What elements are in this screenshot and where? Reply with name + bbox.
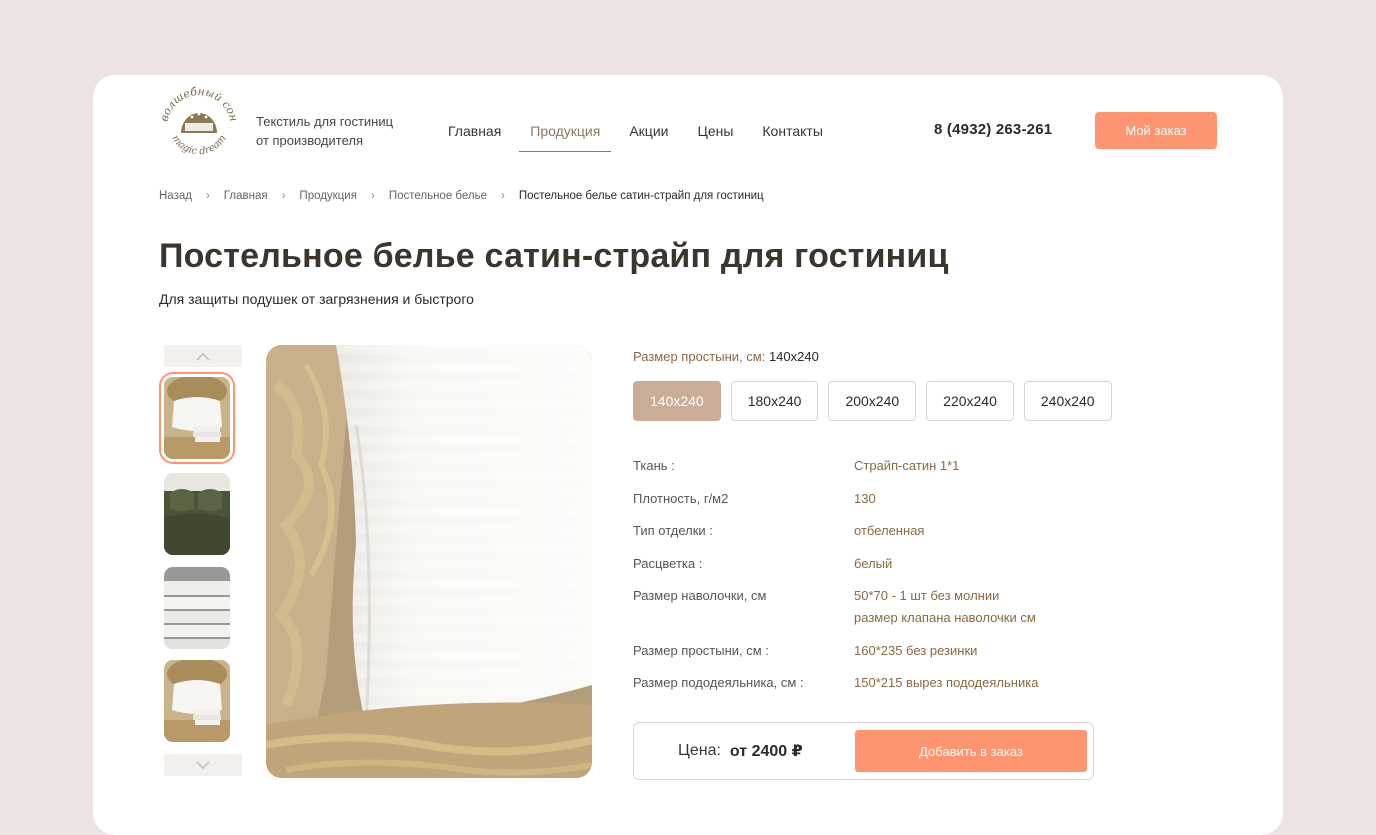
- nav-item-prices[interactable]: Цены: [686, 109, 744, 152]
- thumbnail-green-bedding[interactable]: [164, 473, 230, 555]
- phone-number[interactable]: 8 (4932) 263-261: [934, 121, 1052, 138]
- spec-key: Размер наволочки, см: [633, 588, 767, 603]
- green-bedding-image: [164, 473, 230, 555]
- page-card: волшебный сон magic dream Текстиль для г…: [93, 75, 1283, 835]
- nav-item-products[interactable]: Продукция: [519, 109, 612, 152]
- chevron-down-icon: [196, 760, 210, 769]
- spec-row-duvet-size: Размер пододеяльника, см : 150*215 вырез…: [633, 672, 1093, 694]
- spec-value: 50*70 - 1 шт без молнии размер клапана н…: [854, 585, 1036, 629]
- thumbnail-stacked-white-linen[interactable]: [164, 567, 230, 649]
- main-product-photo[interactable]: [266, 345, 592, 778]
- page-title: Постельное белье сатин-страйп для гостин…: [159, 237, 949, 275]
- spec-row-fabric: Ткань : Страйп-сатин 1*1: [633, 455, 1093, 477]
- size-label-text: Размер простыни, см:: [633, 349, 766, 364]
- spec-key: Размер пододеяльника, см :: [633, 675, 804, 690]
- product-subtitle: Для защиты подушек от загрязнения и быст…: [159, 291, 474, 307]
- stacked-linen-image: [164, 567, 230, 649]
- size-option-200x240[interactable]: 200x240: [828, 381, 917, 421]
- spec-table: Ткань : Страйп-сатин 1*1 Плотность, г/м2…: [633, 455, 1093, 705]
- spec-value-line-2: размер клапана наволочки см: [854, 610, 1036, 625]
- main-nav: Главная Продукция Акции Цены Контакты: [437, 109, 841, 152]
- breadcrumb-products[interactable]: Продукция: [299, 190, 357, 202]
- spec-value: отбеленная: [854, 523, 925, 538]
- size-label: Размер простыни, см: 140x240: [633, 349, 819, 364]
- price-box: Цена: от 2400 ₽ Добавить в заказ: [633, 722, 1094, 780]
- spec-value-line-1: 50*70 - 1 шт без молнии: [854, 588, 1000, 603]
- spec-value: 130: [854, 490, 876, 506]
- nav-item-contacts[interactable]: Контакты: [751, 109, 833, 152]
- size-label-value: 140x240: [768, 349, 819, 364]
- spec-key: Расцветка :: [633, 555, 703, 571]
- spec-value: белый: [854, 555, 893, 571]
- thumbnails-down-button[interactable]: [164, 754, 242, 776]
- spec-value: 160*235 без резинки: [854, 642, 978, 658]
- thumbnails-up-button[interactable]: [164, 345, 242, 367]
- size-option-140x240[interactable]: 140x240: [633, 381, 721, 421]
- spec-value: 150*215 вырез пододеяльника: [854, 675, 1039, 690]
- price-value: от 2400 ₽: [729, 743, 803, 760]
- thumbnail-pillow-on-gold-bed[interactable]: [164, 377, 230, 459]
- spec-row-sheet-size: Размер простыни, см : 160*235 без резинк…: [633, 640, 1093, 662]
- size-option-220x240[interactable]: 220x240: [926, 381, 1014, 421]
- thumbnail-pillow-on-gold-bed-2[interactable]: [164, 660, 230, 742]
- my-order-button[interactable]: Мой заказ: [1095, 112, 1217, 149]
- spec-key: Тип отделки :: [633, 523, 713, 538]
- size-option-240x240[interactable]: 240x240: [1023, 381, 1112, 421]
- tagline-line-2: от производителя: [256, 133, 364, 148]
- breadcrumb-back[interactable]: Назад: [159, 190, 192, 202]
- size-option-180x240[interactable]: 180x240: [730, 381, 819, 421]
- breadcrumb-separator: ›: [370, 190, 375, 202]
- breadcrumb-current: Постельное белье сатин-страйп для гостин…: [518, 190, 764, 202]
- svg-text:magic dream: magic dream: [169, 133, 228, 157]
- tagline: Текстиль для гостиниц от производителя: [256, 112, 416, 150]
- add-to-order-button[interactable]: Добавить в заказ: [855, 730, 1087, 772]
- chevron-up-icon: [196, 352, 210, 361]
- pillow-photo: [266, 345, 592, 778]
- logo-icon: волшебный сон magic dream: [158, 85, 241, 158]
- spec-row-density: Плотность, г/м2 130: [633, 488, 1093, 510]
- nav-item-promotions[interactable]: Акции: [618, 109, 679, 152]
- pillow-image: [164, 377, 230, 459]
- breadcrumb-separator: ›: [281, 190, 286, 202]
- breadcrumb-separator: ›: [500, 190, 505, 202]
- spec-row-pillowcase-size: Размер наволочки, см 50*70 - 1 шт без мо…: [633, 585, 1093, 629]
- breadcrumb-separator: ›: [205, 190, 210, 202]
- pillow-image: [164, 660, 230, 742]
- nav-item-home[interactable]: Главная: [437, 109, 512, 152]
- breadcrumb-home[interactable]: Главная: [224, 190, 268, 202]
- brand-logo[interactable]: волшебный сон magic dream: [158, 83, 241, 167]
- spec-value: Страйп-сатин 1*1: [854, 458, 960, 473]
- spec-row-color: Расцветка : белый: [633, 553, 1093, 575]
- size-options: 140x240 180x240 200x240 220x240 240x240: [633, 381, 1122, 421]
- spec-row-finish: Тип отделки : отбеленная: [633, 520, 1093, 542]
- tagline-line-1: Текстиль для гостиниц: [256, 114, 394, 129]
- breadcrumb: Назад › Главная › Продукция › Постельное…: [159, 190, 764, 202]
- breadcrumb-bed-linen[interactable]: Постельное белье: [389, 190, 487, 202]
- spec-key: Ткань :: [633, 458, 675, 473]
- price-label: Цена:: [678, 742, 721, 759]
- spec-key: Плотность, г/м2: [633, 490, 729, 506]
- spec-key: Размер простыни, см :: [633, 642, 769, 658]
